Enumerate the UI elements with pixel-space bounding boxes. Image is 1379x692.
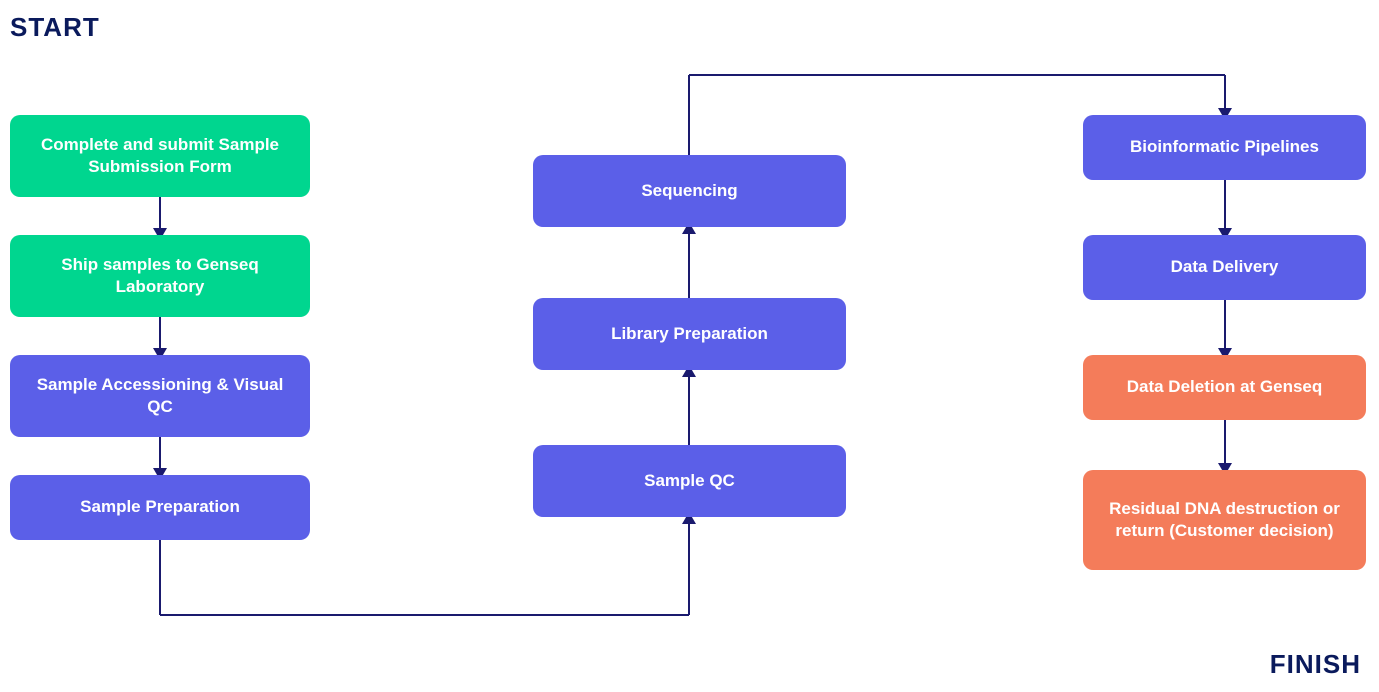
submit-box: Complete and submit Sample Submission Fo… bbox=[10, 115, 310, 197]
ship-box: Ship samples to Genseq Laboratory bbox=[10, 235, 310, 317]
datadeletion-box: Data Deletion at Genseq bbox=[1083, 355, 1366, 420]
residual-box: Residual DNA destruction or return (Cust… bbox=[1083, 470, 1366, 570]
start-label: START bbox=[10, 12, 100, 43]
finish-label: FINISH bbox=[1270, 649, 1361, 680]
sequencing-box: Sequencing bbox=[533, 155, 846, 227]
libprep-box: Library Preparation bbox=[533, 298, 846, 370]
sampleqc-box: Sample QC bbox=[533, 445, 846, 517]
accession-box: Sample Accessioning & Visual QC bbox=[10, 355, 310, 437]
diagram-container: START FINISH bbox=[0, 0, 1379, 692]
datadelivery-box: Data Delivery bbox=[1083, 235, 1366, 300]
sampleprep-box: Sample Preparation bbox=[10, 475, 310, 540]
bioinformatics-box: Bioinformatic Pipelines bbox=[1083, 115, 1366, 180]
